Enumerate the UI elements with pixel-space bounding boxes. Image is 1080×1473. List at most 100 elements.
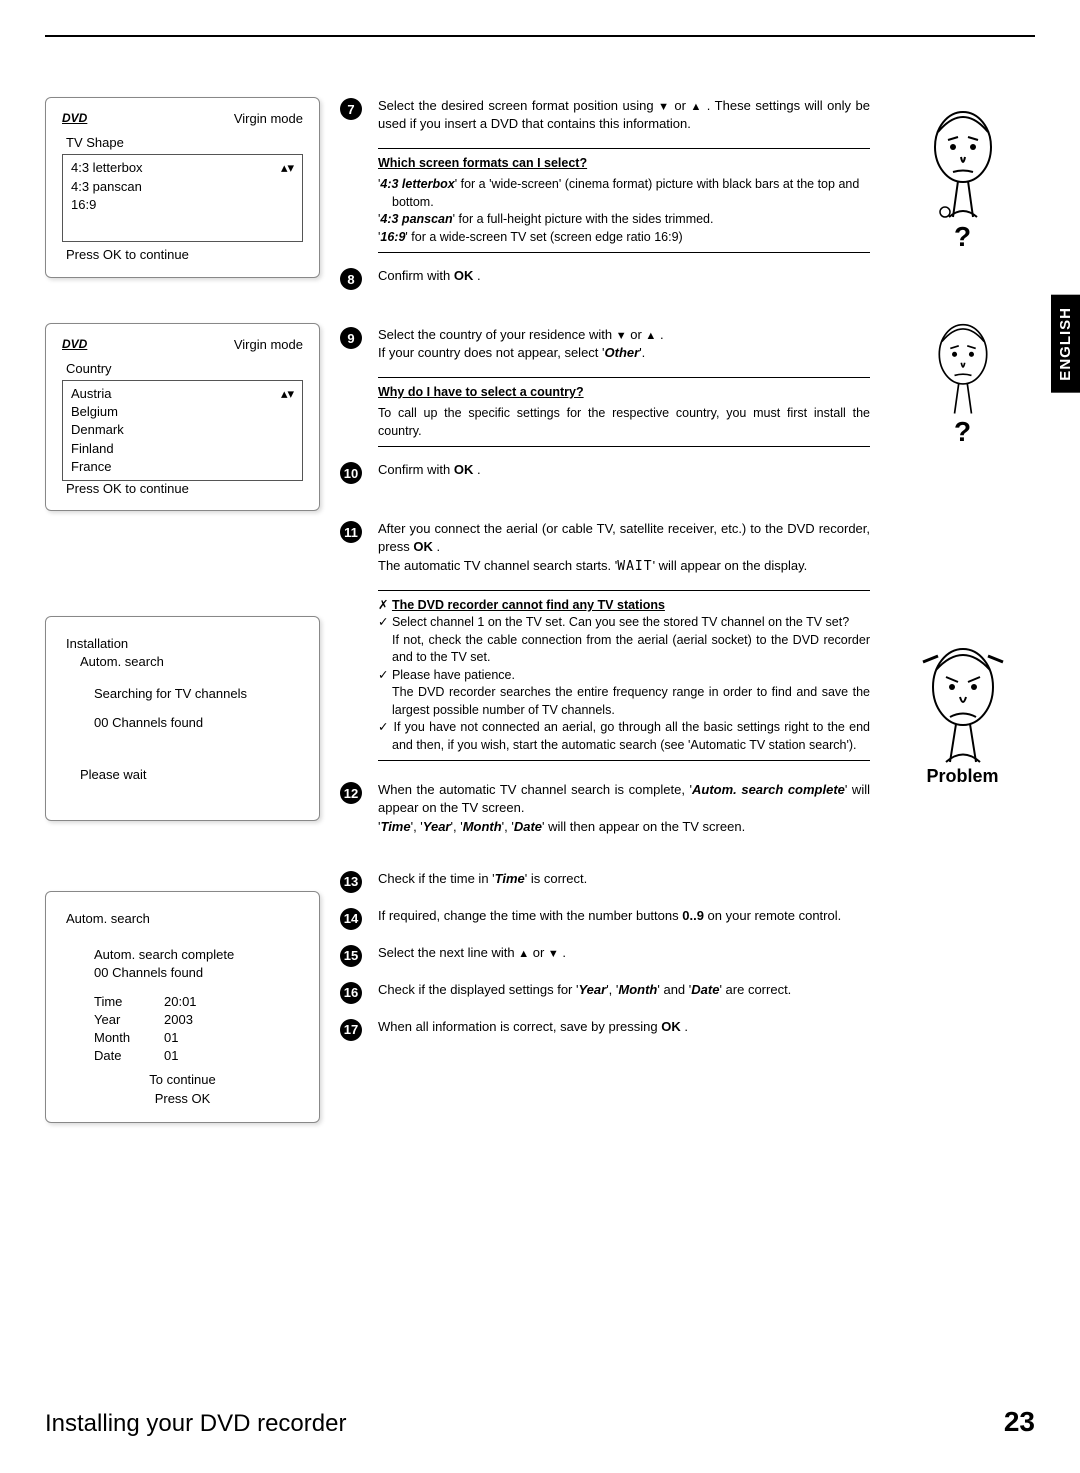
up-triangle-icon: ▲ [691,101,703,113]
osd-foot: Press OK [66,1090,299,1108]
up-triangle-icon: ▲ [518,948,529,960]
faq-illustration: ? [890,97,1035,262]
problem-label: Problem [890,766,1035,787]
faq-line: '4:3 panscan' for a full-height picture … [378,211,870,229]
faq-illustration: Problem [890,632,1035,822]
footer-page: 23 [1004,1406,1035,1438]
step-text: Confirm with OK . [378,267,481,285]
step-11: 11 After you connect the aerial (or cabl… [340,520,870,576]
step-15: 15 Select the next line with ▲ or ▼ . [340,944,870,967]
section-rule [45,35,1035,37]
osd-item: Finland [71,440,294,458]
step-badge: 16 [340,982,362,1004]
osd-row: Month01 [94,1029,299,1047]
question-mark: ? [890,221,1035,253]
osd-line: 00 Channels found [94,964,299,982]
step-badge: 7 [340,98,362,120]
step-text: If required, change the time with the nu… [378,907,841,925]
step-text: When the automatic TV channel search is … [378,781,870,836]
step-badge: 17 [340,1019,362,1041]
osd-item: France [71,458,294,476]
illustration-column: ? ? [890,97,1035,1168]
osd-val: 01 [164,1029,178,1047]
step-text: After you connect the aerial (or cable T… [378,520,870,576]
osd-wait: Please wait [80,766,299,784]
osd-title: Country [66,360,303,378]
question-mark: ? [890,416,1035,448]
down-triangle-icon: ▼ [658,101,670,113]
osd-line: 00 Channels found [94,714,299,732]
osd-row: Date01 [94,1047,299,1065]
faq-screen-formats: Which screen formats can I select? '4:3 … [378,148,870,254]
updown-icon: ▴▾ [281,159,294,177]
faq-bullet-cont: If not, check the cable connection from … [378,632,870,667]
osd-val: 2003 [164,1011,193,1029]
osd-key: Time [94,993,164,1011]
step-7: 7 Select the desired screen format posit… [340,97,870,134]
osd-item: Austria [71,385,111,403]
step-16: 16 Check if the displayed settings for '… [340,981,870,1004]
step-badge: 12 [340,782,362,804]
faq-title: Why do I have to select a country? [378,384,870,402]
step-badge: 15 [340,945,362,967]
step-text: Select the desired screen format positio… [378,97,870,134]
down-triangle-icon: ▼ [616,330,627,342]
osd-row: Year2003 [94,1011,299,1029]
faq-line: '16:9' for a wide-screen TV set (screen … [378,229,870,247]
step-text: Check if the displayed settings for 'Yea… [378,981,791,999]
faq-title: Which screen formats can I select? [378,155,870,173]
dvd-logo: DVD [62,110,87,128]
faq-bullet: ✓ If you have not connected an aerial, g… [378,719,870,754]
osd-key: Date [94,1047,164,1065]
faq-country: Why do I have to select a country? To ca… [378,377,870,448]
osd-item: Denmark [71,421,294,439]
osd-line: Searching for TV channels [94,685,299,703]
step-13: 13 Check if the time in 'Time' is correc… [340,870,870,893]
step-14: 14 If required, change the time with the… [340,907,870,930]
osd-key: Month [94,1029,164,1047]
osd-footer: Press OK to continue [66,480,303,498]
osd-country: DVD Virgin mode Country Austria ▴▾ Belgi… [45,323,320,512]
faq-text: To call up the specific settings for the… [378,405,870,440]
osd-line: Autom. search complete [94,946,299,964]
step-text: Check if the time in 'Time' is correct. [378,870,587,888]
step-badge: 10 [340,462,362,484]
thinking-face-icon [923,312,1003,422]
faq-no-stations: ✗ The DVD recorder cannot find any TV st… [378,590,870,762]
step-text: When all information is correct, save by… [378,1018,688,1036]
osd-list: 4:3 letterbox ▴▾ 4:3 panscan 16:9 [62,154,303,242]
osd-clock: Autom. search Autom. search complete 00 … [45,891,320,1123]
osd-val: 01 [164,1047,178,1065]
faq-title: ✗ The DVD recorder cannot find any TV st… [378,597,870,615]
step-badge: 14 [340,908,362,930]
step-badge: 13 [340,871,362,893]
osd-foot: To continue [66,1071,299,1089]
thinking-face-icon [923,97,1003,227]
osd-title: Autom. search [66,910,299,928]
language-tab: ENGLISH [1051,295,1080,393]
footer-title: Installing your DVD recorder [45,1410,346,1438]
osd-item: Belgium [71,403,294,421]
step-9: 9 Select the country of your residence w… [340,326,870,363]
osd-footer: Press OK to continue [66,246,303,264]
osd-val: 20:01 [164,993,197,1011]
step-10: 10 Confirm with OK . [340,461,870,484]
up-triangle-icon: ▲ [645,330,656,342]
osd-tvshape: DVD Virgin mode TV Shape 4:3 letterbox ▴… [45,97,320,278]
osd-item: 4:3 panscan [71,178,294,196]
osd-item: 4:3 letterbox [71,159,143,177]
osd-mode: Virgin mode [234,336,303,354]
step-12: 12 When the automatic TV channel search … [340,781,870,836]
osd-key: Year [94,1011,164,1029]
down-triangle-icon: ▼ [548,948,559,960]
steps-column: 7 Select the desired screen format posit… [340,97,870,1168]
osd-column: DVD Virgin mode TV Shape 4:3 letterbox ▴… [45,97,320,1168]
step-badge: 8 [340,268,362,290]
osd-list: Austria ▴▾ Belgium Denmark Finland Franc… [62,380,303,481]
updown-icon: ▴▾ [281,385,294,403]
step-badge: 9 [340,327,362,349]
faq-line: '4:3 letterbox' for a 'wide-screen' (cin… [378,176,870,211]
frowning-face-icon [918,632,1008,772]
osd-row: Time20:01 [94,993,299,1011]
osd-search: Installation Autom. search Searching for… [45,616,320,821]
